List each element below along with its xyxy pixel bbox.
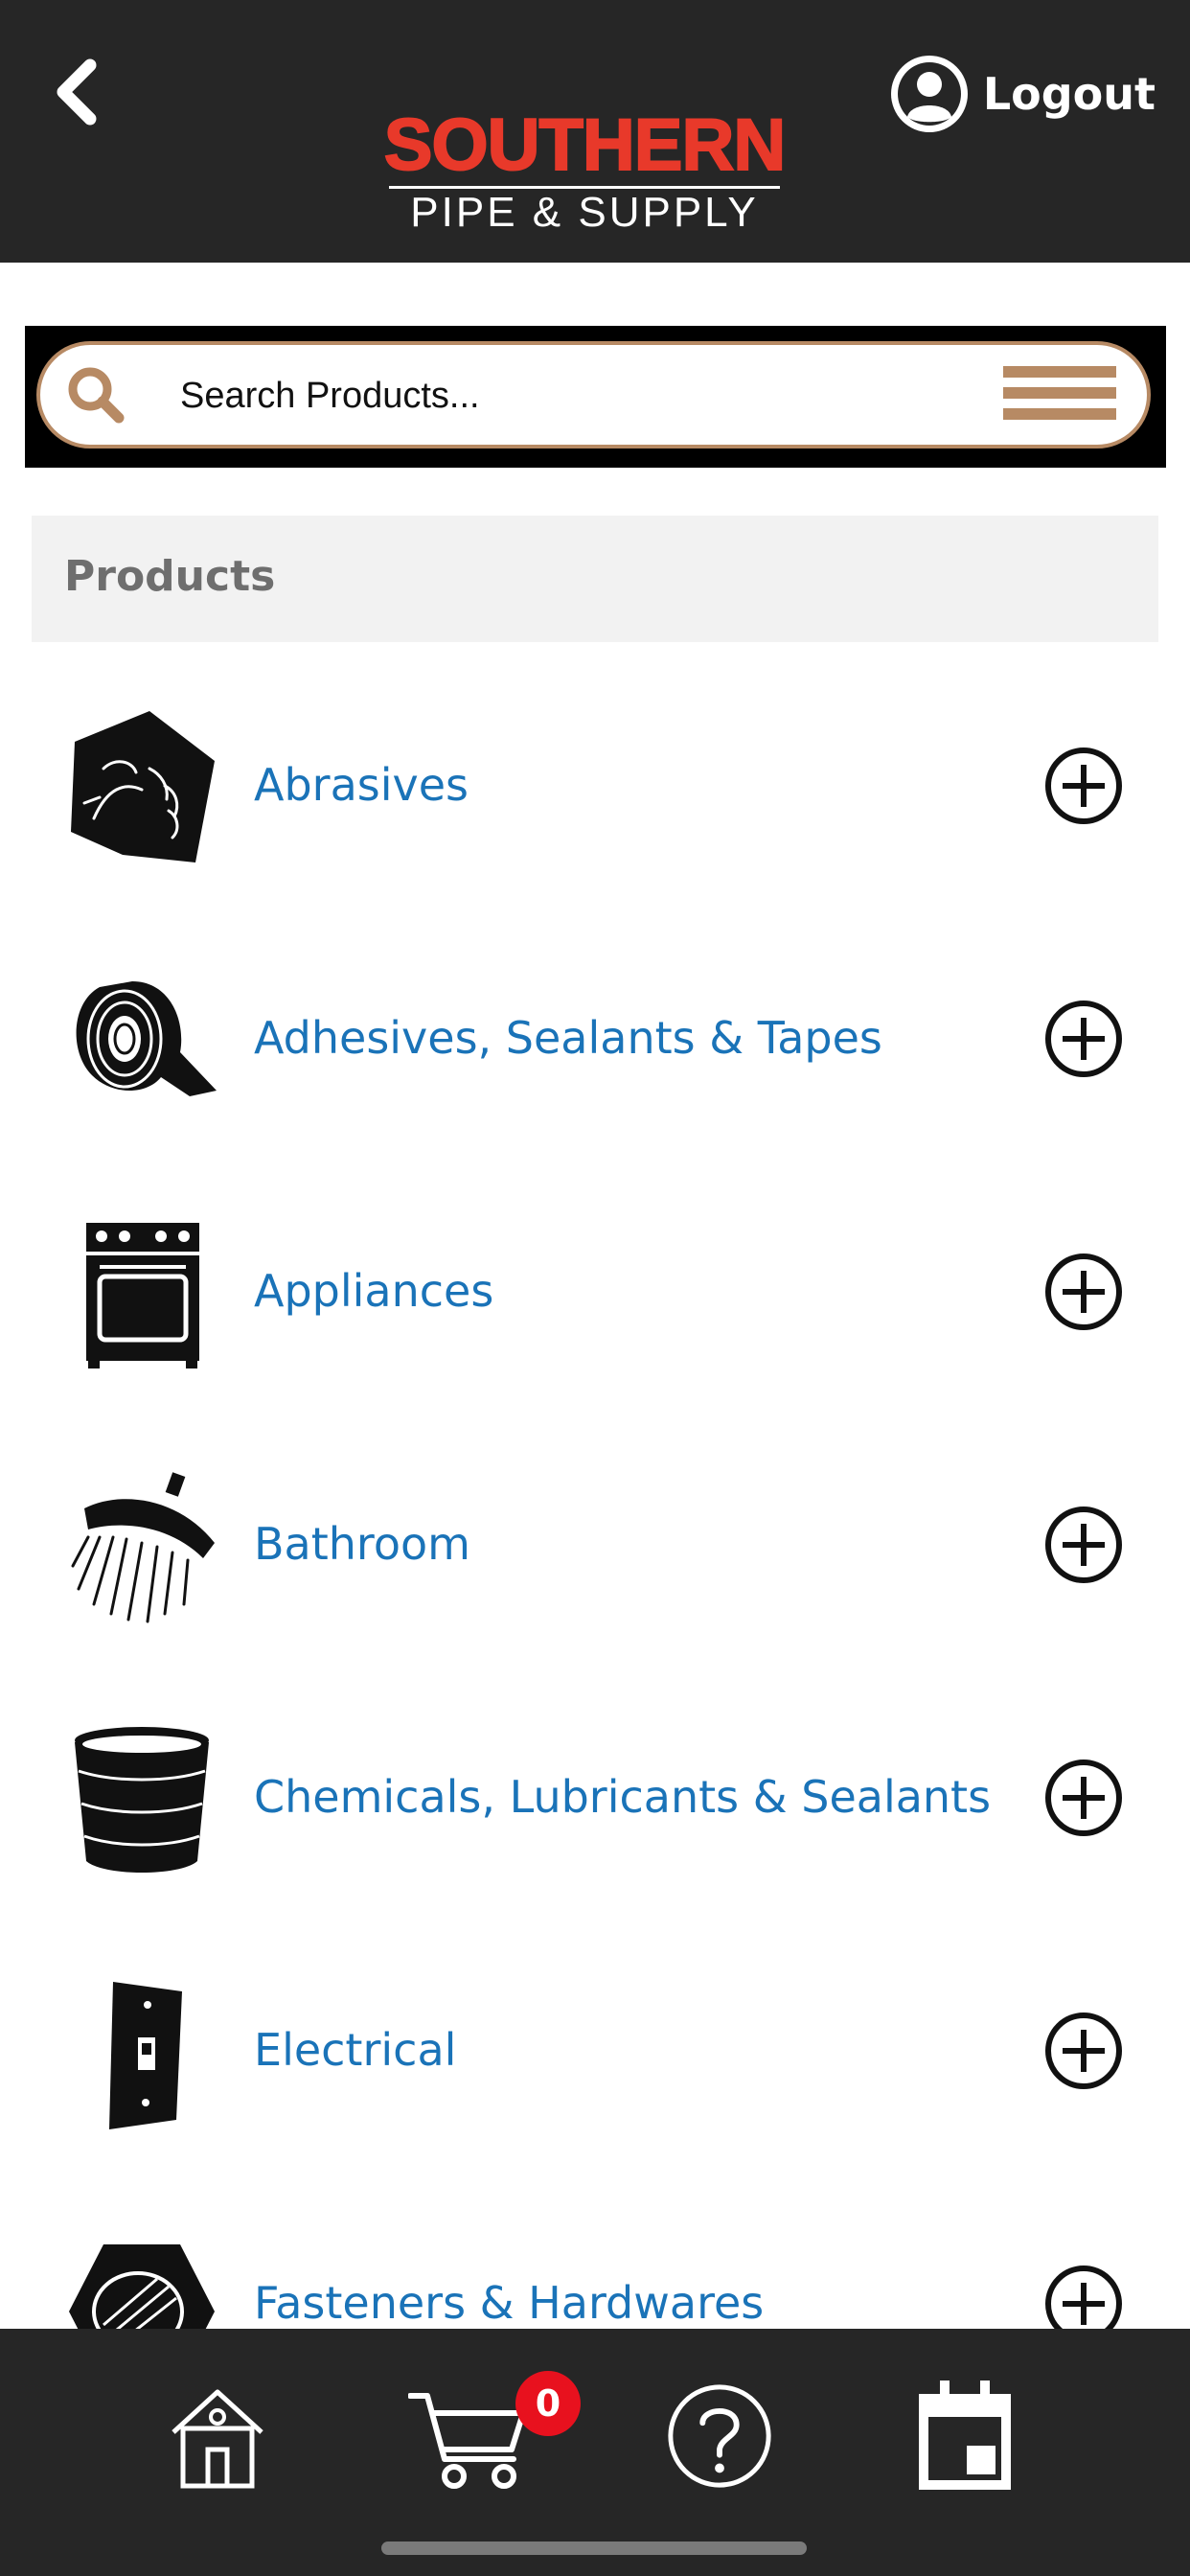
expand-plus-icon[interactable] bbox=[1043, 999, 1124, 1079]
bucket-icon bbox=[75, 1727, 209, 1873]
user-avatar-icon bbox=[890, 56, 968, 132]
product-label: Fasteners & Hardwares bbox=[254, 2277, 765, 2329]
menu-bar bbox=[1003, 366, 1116, 378]
product-label: Bathroom bbox=[254, 1518, 470, 1570]
logo-bottom-text: PIPE & SUPPLY bbox=[410, 189, 759, 236]
menu-bar bbox=[1003, 408, 1116, 420]
menu-bar bbox=[1003, 387, 1116, 399]
search-bar bbox=[25, 326, 1166, 468]
expand-plus-icon[interactable] bbox=[1043, 2011, 1124, 2091]
nut-icon bbox=[69, 2244, 215, 2329]
product-row-bathroom[interactable]: Bathroom bbox=[0, 1418, 1190, 1671]
cart-icon[interactable] bbox=[408, 2379, 533, 2494]
expand-plus-icon[interactable] bbox=[1043, 1758, 1124, 1838]
bottom-tab-bar: 0 bbox=[0, 2329, 1190, 2576]
home-icon[interactable] bbox=[160, 2379, 275, 2494]
expand-plus-icon[interactable] bbox=[1043, 2264, 1124, 2329]
sandpaper-icon bbox=[71, 711, 215, 862]
product-row-appliances[interactable]: Appliances bbox=[0, 1165, 1190, 1418]
product-label: Electrical bbox=[254, 2024, 457, 2076]
light-switch-icon bbox=[109, 1982, 182, 2129]
stove-icon bbox=[86, 1223, 199, 1368]
product-row-abrasives[interactable]: Abrasives bbox=[0, 659, 1190, 912]
tape-roll-icon bbox=[76, 981, 217, 1096]
app-header: SOUTHERN PIPE & SUPPLY Logout bbox=[0, 0, 1190, 263]
section-title: Products bbox=[64, 552, 276, 601]
back-button[interactable] bbox=[42, 54, 111, 130]
expand-plus-icon[interactable] bbox=[1043, 746, 1124, 826]
menu-button[interactable] bbox=[1003, 366, 1116, 427]
help-icon[interactable] bbox=[663, 2379, 776, 2494]
logo-top-text: SOUTHERN bbox=[383, 104, 787, 186]
chevron-left-icon bbox=[57, 58, 97, 126]
product-row-adhesives[interactable]: Adhesives, Sealants & Tapes bbox=[0, 912, 1190, 1165]
product-label: Adhesives, Sealants & Tapes bbox=[254, 1012, 882, 1064]
product-category-list: Abrasives Adhesives, Sealants & Tapes Ap… bbox=[0, 659, 1190, 2329]
home-indicator bbox=[381, 2542, 807, 2555]
product-row-electrical[interactable]: Electrical bbox=[0, 1924, 1190, 2177]
product-row-fasteners[interactable]: Fasteners & Hardwares bbox=[0, 2177, 1190, 2329]
shower-head-icon bbox=[71, 1472, 215, 1623]
search-icon bbox=[65, 364, 126, 426]
cart-count-badge: 0 bbox=[515, 2371, 581, 2436]
calendar-icon[interactable] bbox=[915, 2379, 1015, 2494]
product-label: Chemicals, Lubricants & Sealants bbox=[254, 1771, 992, 1823]
search-field[interactable] bbox=[36, 341, 1151, 448]
product-label: Appliances bbox=[254, 1265, 494, 1317]
logout-label: Logout bbox=[982, 68, 1156, 120]
expand-plus-icon[interactable] bbox=[1043, 1505, 1124, 1585]
products-section-header: Products bbox=[32, 516, 1158, 642]
search-input[interactable] bbox=[178, 358, 1006, 433]
southern-pipe-logo: SOUTHERN PIPE & SUPPLY bbox=[383, 104, 787, 237]
product-row-chemicals[interactable]: Chemicals, Lubricants & Sealants bbox=[0, 1671, 1190, 1924]
expand-plus-icon[interactable] bbox=[1043, 1252, 1124, 1332]
logout-button[interactable]: Logout bbox=[889, 48, 1156, 140]
product-label: Abrasives bbox=[254, 759, 469, 811]
